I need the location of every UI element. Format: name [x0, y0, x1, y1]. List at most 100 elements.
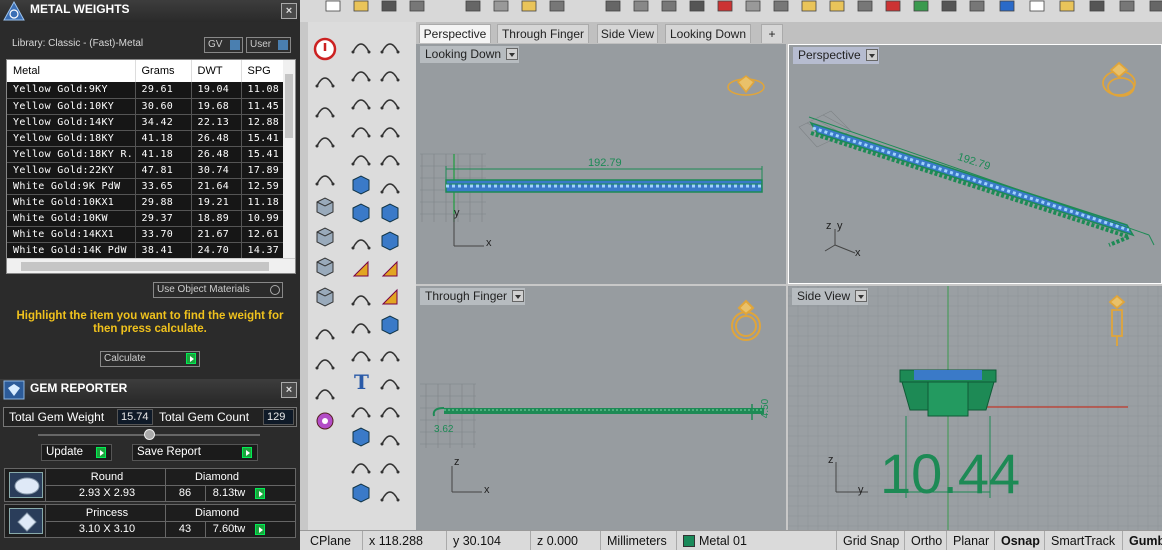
tool-icon[interactable]: [377, 480, 403, 506]
chevron-down-icon[interactable]: [506, 48, 519, 60]
cell-spg[interactable]: 12.61: [241, 226, 286, 243]
cell-grams[interactable]: 30.60: [135, 98, 192, 115]
calculate-button[interactable]: Calculate: [100, 351, 200, 367]
tool-icon[interactable]: [312, 348, 338, 374]
tool-icon[interactable]: [312, 378, 338, 404]
tool-icon[interactable]: [377, 256, 403, 282]
toolbar-icon[interactable]: [1149, 0, 1162, 12]
save-report-button[interactable]: Save Report: [132, 444, 258, 461]
cell-grams[interactable]: 33.65: [135, 178, 192, 195]
gem-select-icon[interactable]: [255, 488, 265, 499]
toolbar-icon[interactable]: [1059, 0, 1075, 12]
gv-button[interactable]: GV: [204, 37, 243, 53]
table-vertical-scrollbar[interactable]: [283, 60, 295, 259]
toolbar-icon[interactable]: [521, 0, 537, 12]
gem-row[interactable]: Round 2.93 X 2.93 Diamond 86 8.13tw: [4, 468, 296, 502]
toolbar-icon[interactable]: [829, 0, 845, 12]
cell-metal[interactable]: Yellow Gold:9KY: [7, 82, 136, 99]
tool-icon[interactable]: [348, 60, 374, 86]
cell-dwt[interactable]: 19.68: [191, 98, 242, 115]
cell-spg[interactable]: 15.41: [241, 146, 286, 163]
cell-spg[interactable]: 15.41: [241, 130, 286, 147]
cell-grams[interactable]: 41.18: [135, 130, 192, 147]
toolbar-icon[interactable]: [493, 0, 509, 12]
status-smarttrack[interactable]: SmartTrack: [1044, 531, 1122, 550]
toolbar-icon[interactable]: [661, 0, 677, 12]
tool-icon[interactable]: [377, 32, 403, 58]
tool-icon[interactable]: [377, 172, 403, 198]
cell-spg[interactable]: 11.18: [241, 194, 286, 211]
toolbar-icon[interactable]: [633, 0, 649, 12]
tool-icon[interactable]: [348, 228, 374, 254]
add-tab-button[interactable]: +: [761, 24, 783, 43]
toolbar-icon[interactable]: [941, 0, 957, 12]
cell-grams[interactable]: 34.42: [135, 114, 192, 131]
table-row[interactable]: Yellow Gold:14KY 34.42 22.13 12.88: [7, 114, 286, 131]
metal-table[interactable]: Metal Grams DWT SPG Yellow Gold:9KY 29.61…: [6, 59, 296, 274]
expand-handle-icon[interactable]: [144, 429, 155, 440]
cell-dwt[interactable]: 26.48: [191, 146, 242, 163]
cell-metal[interactable]: Yellow Gold:22KY: [7, 162, 136, 179]
cell-metal[interactable]: Yellow Gold:14KY: [7, 114, 136, 131]
tool-icon[interactable]: [312, 284, 338, 310]
tool-icon[interactable]: [348, 172, 374, 198]
viewport-label-looking-down[interactable]: Looking Down: [420, 46, 520, 63]
cell-dwt[interactable]: 19.21: [191, 194, 242, 211]
chevron-down-icon[interactable]: [865, 49, 878, 61]
tool-icon[interactable]: [377, 200, 403, 226]
tool-icon[interactable]: [312, 66, 338, 92]
viewport-side-view[interactable]: 10.44 z y Side View: [788, 286, 1162, 530]
table-horizontal-scrollbar[interactable]: [7, 258, 295, 273]
cell-dwt[interactable]: 18.89: [191, 210, 242, 227]
toolbar-icon[interactable]: [465, 0, 481, 12]
tab-looking-down[interactable]: Looking Down: [665, 24, 751, 43]
tool-icon[interactable]: [377, 424, 403, 450]
toolbar-icon[interactable]: [745, 0, 761, 12]
tool-icon[interactable]: [348, 480, 374, 506]
table-row[interactable]: Yellow Gold:10KY 30.60 19.68 11.45: [7, 98, 286, 115]
cell-spg[interactable]: 11.08: [241, 82, 286, 99]
cell-dwt[interactable]: 30.74: [191, 162, 242, 179]
cell-metal[interactable]: Yellow Gold:18KY: [7, 130, 136, 147]
cell-grams[interactable]: 38.41: [135, 242, 192, 259]
toolbar-icon[interactable]: [885, 0, 901, 12]
tool-icon[interactable]: [348, 200, 374, 226]
toolbar-icon[interactable]: [409, 0, 425, 12]
toolbar-icon[interactable]: [913, 0, 929, 12]
cell-metal[interactable]: Yellow Gold:18KY R...: [7, 146, 136, 163]
cell-spg[interactable]: 17.89: [241, 162, 286, 179]
toolbar-icon[interactable]: [689, 0, 705, 12]
cell-grams[interactable]: 47.81: [135, 162, 192, 179]
tool-icon[interactable]: [348, 88, 374, 114]
table-row[interactable]: Yellow Gold:18KY 41.18 26.48 15.41: [7, 130, 286, 147]
toolbar-icon[interactable]: [549, 0, 565, 12]
toolbar-icon[interactable]: [1029, 0, 1045, 12]
cell-spg[interactable]: 14.37: [241, 242, 286, 259]
text-tool-icon[interactable]: T: [348, 368, 374, 394]
tool-icon[interactable]: [348, 116, 374, 142]
tool-icon[interactable]: [348, 396, 374, 422]
toolbar-icon[interactable]: [1089, 0, 1105, 12]
cell-dwt[interactable]: 26.48: [191, 130, 242, 147]
tool-icon[interactable]: [377, 144, 403, 170]
table-row[interactable]: White Gold:14K PdW 38.41 24.70 14.37: [7, 242, 286, 259]
cell-dwt[interactable]: 24.70: [191, 242, 242, 259]
tab-side-view[interactable]: Side View: [597, 24, 658, 43]
calculate-go-icon[interactable]: [186, 353, 196, 364]
col-metal[interactable]: Metal: [7, 60, 136, 82]
tool-icon[interactable]: [348, 424, 374, 450]
status-gumball[interactable]: Gumb: [1122, 531, 1162, 550]
table-row[interactable]: Yellow Gold:18KY R... 41.18 26.48 15.41: [7, 146, 286, 163]
tool-icon[interactable]: [312, 126, 338, 152]
gem-row[interactable]: Princess 3.10 X 3.10 Diamond 43 7.60tw: [4, 504, 296, 538]
tool-icon[interactable]: [312, 164, 338, 190]
tool-icon[interactable]: [377, 312, 403, 338]
tool-icon[interactable]: [377, 340, 403, 366]
toolbar-icon[interactable]: [801, 0, 817, 12]
toolbar-icon[interactable]: [381, 0, 397, 12]
tool-icon[interactable]: [348, 144, 374, 170]
cell-dwt[interactable]: 22.13: [191, 114, 242, 131]
toolbar-icon[interactable]: [1119, 0, 1135, 12]
col-dwt[interactable]: DWT: [191, 60, 242, 82]
stop-icon[interactable]: [312, 36, 338, 62]
